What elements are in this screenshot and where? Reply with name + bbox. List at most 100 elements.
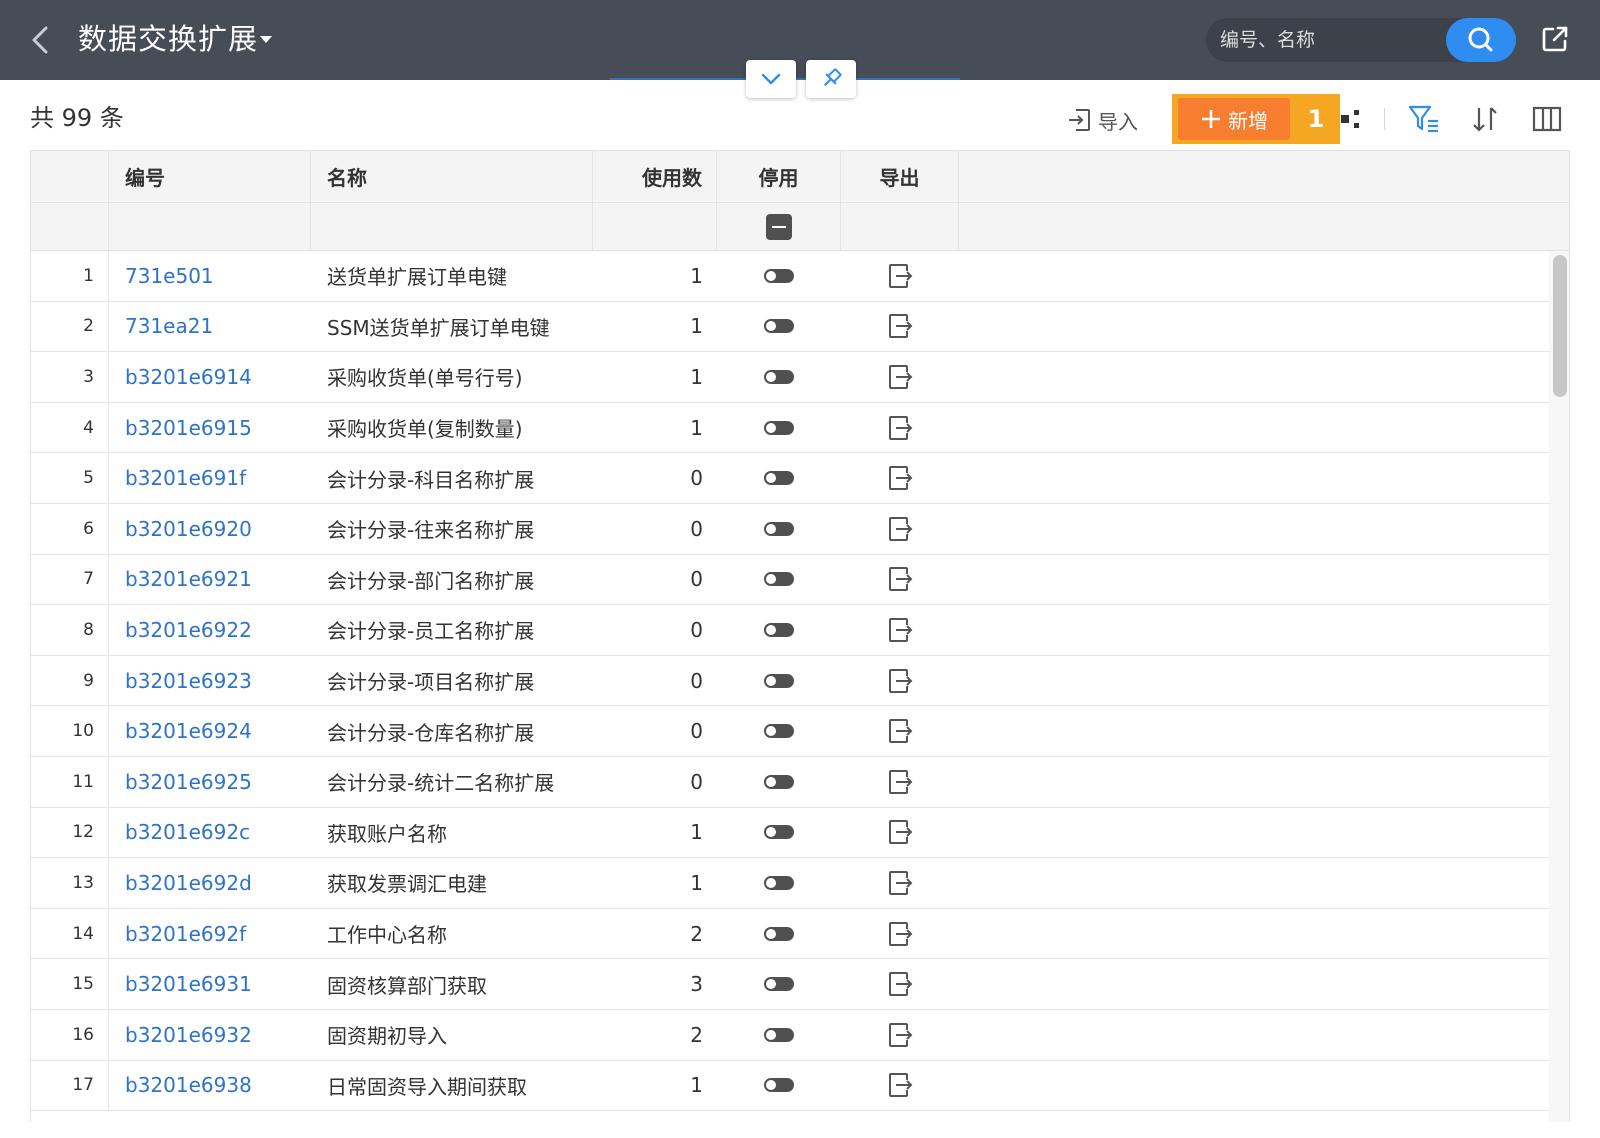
code-link[interactable]: 731e501 <box>125 264 214 288</box>
table-row[interactable]: 15 b3201e6931 固资核算部门获取 3 <box>31 959 1549 1010</box>
table-row[interactable]: 11 b3201e6925 会计分录-统计二名称扩展 0 <box>31 757 1549 808</box>
import-button[interactable]: 导入 <box>1066 104 1138 136</box>
columns-icon[interactable] <box>1532 106 1562 132</box>
row-filler <box>959 504 1569 554</box>
indeterminate-checkbox[interactable] <box>765 213 792 240</box>
disable-toggle[interactable] <box>764 1078 794 1093</box>
code-link[interactable]: b3201e692f <box>125 922 246 946</box>
table-row[interactable]: 9 b3201e6923 会计分录-项目名称扩展 0 <box>31 655 1549 707</box>
export-icon[interactable] <box>887 667 913 695</box>
table-row[interactable]: 7 b3201e6921 会计分录-部门名称扩展 0 <box>31 554 1549 606</box>
add-button[interactable]: 新增 <box>1178 98 1290 140</box>
code-link[interactable]: b3201e6922 <box>125 618 252 642</box>
table-row[interactable]: 14 b3201e692f 工作中心名称 2 <box>31 908 1549 960</box>
pin-header-button[interactable] <box>806 60 856 98</box>
export-icon[interactable] <box>887 920 913 948</box>
code-link[interactable]: b3201e692d <box>125 871 252 895</box>
row-index: 1 <box>31 251 109 301</box>
disable-toggle[interactable] <box>764 268 794 283</box>
export-icon[interactable] <box>887 312 913 340</box>
export-icon[interactable] <box>887 1071 913 1099</box>
disable-toggle[interactable] <box>764 673 794 688</box>
disable-toggle[interactable] <box>764 420 794 435</box>
sort-icon[interactable] <box>1470 104 1500 134</box>
export-icon[interactable] <box>887 414 913 442</box>
vertical-scrollbar[interactable] <box>1549 251 1569 1122</box>
table-row[interactable]: 6 b3201e6920 会计分录-往来名称扩展 0 <box>31 504 1549 555</box>
disable-toggle[interactable] <box>764 926 794 941</box>
table-row[interactable]: 3 b3201e6914 采购收货单(单号行号) 1 <box>31 352 1549 403</box>
disable-toggle[interactable] <box>764 774 794 789</box>
export-icon[interactable] <box>887 262 913 290</box>
code-link[interactable]: b3201e6920 <box>125 517 252 541</box>
code-link[interactable]: b3201e691f <box>125 466 246 490</box>
collapse-header-button[interactable] <box>746 60 796 98</box>
table-row[interactable]: 4 b3201e6915 采购收货单(复制数量) 1 <box>31 402 1549 454</box>
code-link[interactable]: b3201e6921 <box>125 567 252 591</box>
disable-toggle[interactable] <box>764 977 794 992</box>
chevron-left-icon[interactable] <box>28 22 52 58</box>
table-row[interactable]: 2 731ea21 SSM送货单扩展订单电键 1 <box>31 301 1549 353</box>
code-link[interactable]: 731ea21 <box>125 314 213 338</box>
export-icon[interactable] <box>887 464 913 492</box>
search-button[interactable] <box>1446 18 1516 62</box>
more-icon[interactable] <box>1340 108 1362 130</box>
disable-toggle[interactable] <box>764 369 794 384</box>
table-row[interactable]: 5 b3201e691f 会计分录-科目名称扩展 0 <box>31 453 1549 504</box>
disable-toggle[interactable] <box>764 724 794 739</box>
export-icon[interactable] <box>887 768 913 796</box>
export-cell <box>841 1061 959 1111</box>
export-icon[interactable] <box>887 616 913 644</box>
disable-toggle[interactable] <box>764 471 794 486</box>
table-row[interactable]: 16 b3201e6932 固资期初导入 2 <box>31 1010 1549 1061</box>
export-icon[interactable] <box>887 717 913 745</box>
disable-toggle[interactable] <box>764 521 794 536</box>
disabled-cell <box>717 858 841 908</box>
header-code[interactable]: 编号 <box>109 151 311 202</box>
code-link[interactable]: b3201e6923 <box>125 669 252 693</box>
table-row[interactable]: 17 b3201e6938 日常固资导入期间获取 1 <box>31 1060 1549 1112</box>
table-row[interactable]: 13 b3201e692d 获取发票调汇电建 1 <box>31 858 1549 909</box>
code-link[interactable]: b3201e6932 <box>125 1023 252 1047</box>
export-icon[interactable] <box>887 818 913 846</box>
code-link[interactable]: b3201e6931 <box>125 972 252 996</box>
export-icon[interactable] <box>887 565 913 593</box>
code-link[interactable]: b3201e6925 <box>125 770 252 794</box>
name-cell: 会计分录-员工名称扩展 <box>311 605 593 655</box>
header-export[interactable]: 导出 <box>841 151 959 202</box>
filter-icon[interactable] <box>1408 104 1440 134</box>
header-name[interactable]: 名称 <box>311 151 593 202</box>
export-icon[interactable] <box>887 363 913 391</box>
table-row[interactable]: 8 b3201e6922 会计分录-员工名称扩展 0 <box>31 605 1549 656</box>
disable-toggle[interactable] <box>764 622 794 637</box>
code-link[interactable]: b3201e6938 <box>125 1073 252 1097</box>
scrollbar-thumb[interactable] <box>1553 255 1567 397</box>
open-external-icon[interactable] <box>1540 24 1570 54</box>
uses-text: 1 <box>690 870 703 895</box>
header-uses[interactable]: 使用数 <box>593 151 717 202</box>
export-icon[interactable] <box>887 515 913 543</box>
disable-toggle[interactable] <box>764 825 794 840</box>
export-icon[interactable] <box>887 970 913 998</box>
uses-cell: 2 <box>593 1010 717 1060</box>
header-disabled[interactable]: 停用 <box>717 151 841 202</box>
disable-toggle[interactable] <box>764 572 794 587</box>
code-link[interactable]: b3201e692c <box>125 820 250 844</box>
uses-text: 0 <box>690 516 703 541</box>
code-link[interactable]: b3201e6924 <box>125 719 252 743</box>
code-link[interactable]: b3201e6915 <box>125 416 252 440</box>
disable-toggle[interactable] <box>764 875 794 890</box>
search-input[interactable] <box>1220 24 1440 56</box>
title-dropdown-icon[interactable] <box>260 36 272 43</box>
table-row[interactable]: 10 b3201e6924 会计分录-仓库名称扩展 0 <box>31 706 1549 757</box>
export-icon[interactable] <box>887 869 913 897</box>
code-link[interactable]: b3201e6914 <box>125 365 252 389</box>
table-row[interactable]: 1 731e501 送货单扩展订单电键 1 <box>31 251 1549 302</box>
disable-toggle[interactable] <box>764 1027 794 1042</box>
filter-name[interactable] <box>311 203 593 250</box>
export-icon[interactable] <box>887 1021 913 1049</box>
disable-toggle[interactable] <box>764 319 794 334</box>
filter-code[interactable] <box>109 203 311 250</box>
table-row[interactable]: 12 b3201e692c 获取账户名称 1 <box>31 807 1549 859</box>
filter-uses[interactable] <box>593 203 717 250</box>
